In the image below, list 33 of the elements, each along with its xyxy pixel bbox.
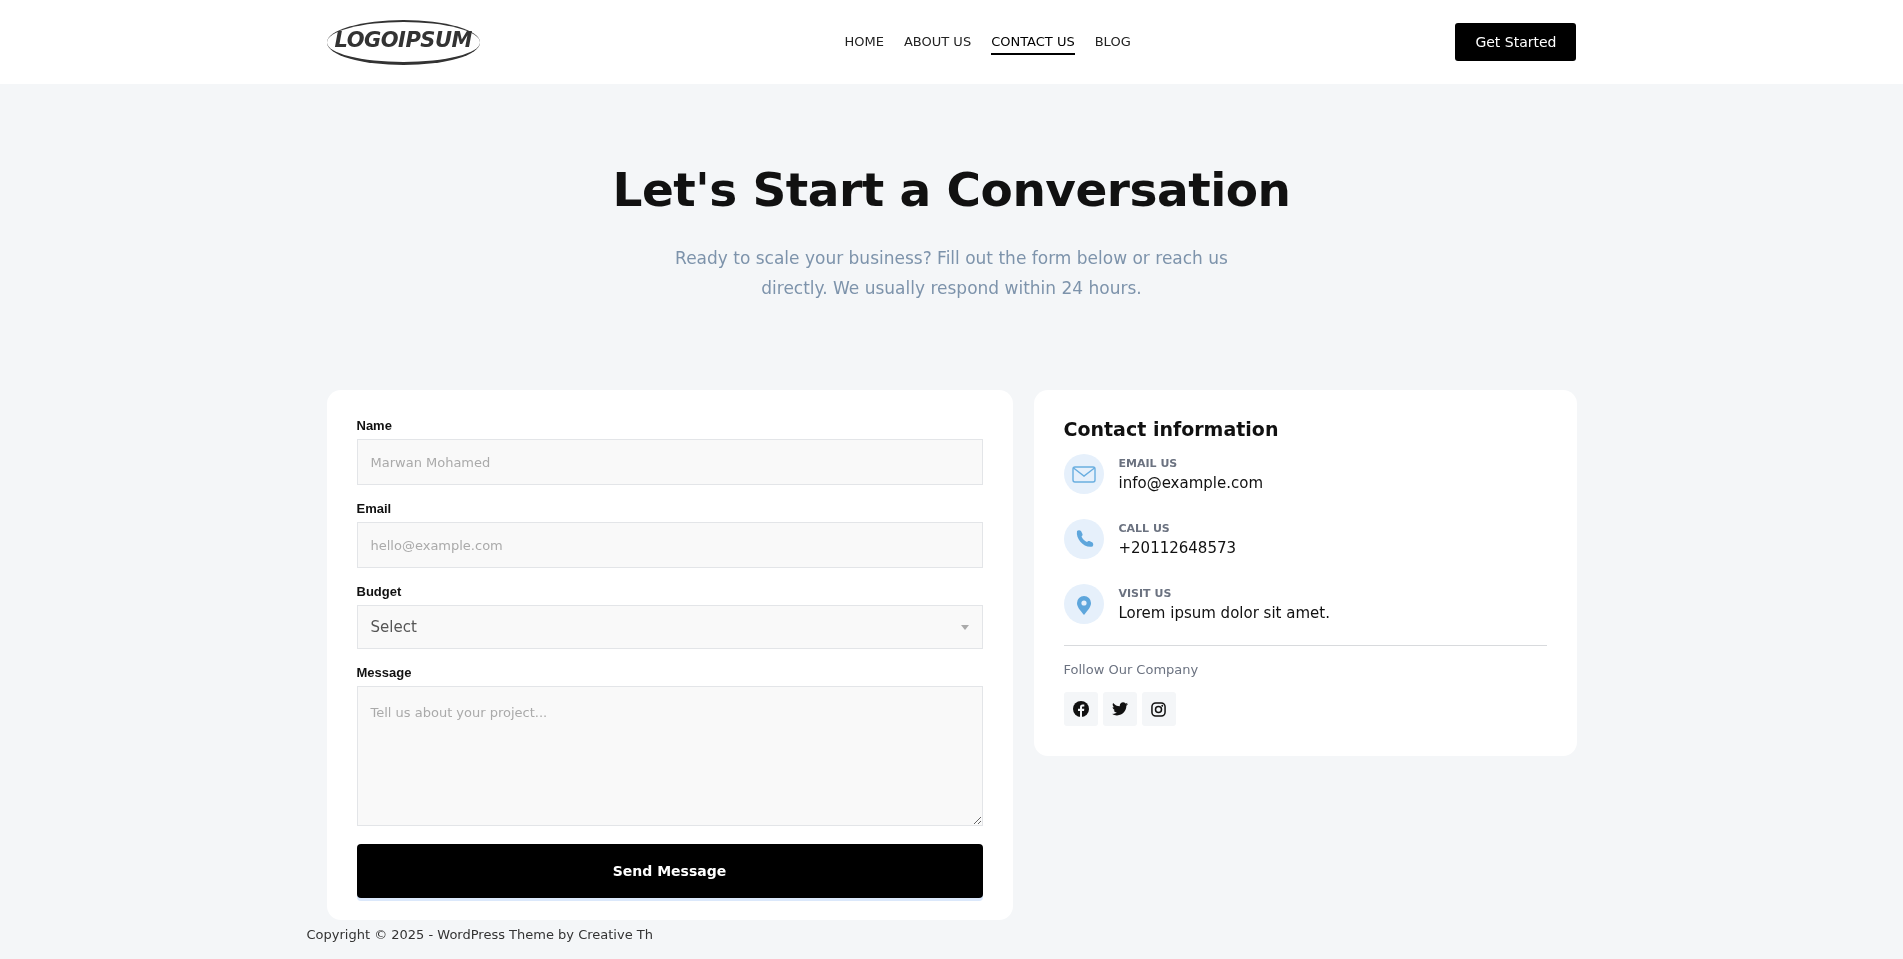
follow-label: Follow Our Company xyxy=(1063,662,1200,677)
card-title: Contact information xyxy=(1063,418,1280,440)
field-label: Name xyxy=(356,418,393,433)
get-started-button[interactable]: Get Started xyxy=(1455,23,1577,61)
nav-link[interactable]: ABOUT US xyxy=(903,29,972,55)
contact-value: Lorem ipsum dolor sit amet. xyxy=(1118,603,1330,622)
contact-value: info@example.com xyxy=(1118,473,1263,492)
nav-link[interactable]: CONTACT US xyxy=(991,29,1075,55)
contact-label: VISIT US xyxy=(1118,586,1173,600)
message-field[interactable]: Tell us about your project... xyxy=(356,686,983,826)
nav-link[interactable]: HOME xyxy=(844,29,884,55)
caret-icon xyxy=(960,624,969,630)
field-label: Budget xyxy=(356,584,403,599)
input-field[interactable]: hello@example.com xyxy=(356,522,983,568)
nav-link[interactable]: BLOG xyxy=(1094,29,1131,55)
phone-icon xyxy=(1063,519,1104,559)
envelope-icon xyxy=(1063,454,1104,494)
contact-value: +20112648573 xyxy=(1118,538,1237,557)
map-pin-icon xyxy=(1063,584,1104,624)
field-label: Message xyxy=(356,665,413,680)
contact-label: CALL US xyxy=(1118,521,1171,535)
select-field[interactable]: Select xyxy=(356,605,983,649)
instagram-icon[interactable] xyxy=(1141,692,1176,726)
copyright-text: Copyright © 2025 - WordPress Theme by Creative Th xyxy=(306,927,653,942)
input-field[interactable]: Marwan Mohamed xyxy=(356,439,983,485)
contact-label: EMAIL US xyxy=(1118,456,1179,470)
page-subtitle: Ready to scale your business? Fill out the form below or reach us directly. We usually respond within 24 hours. xyxy=(674,247,1229,300)
field-label: Email xyxy=(356,501,393,516)
logo[interactable]: LOGOIPSUM xyxy=(326,19,480,65)
twitter-icon[interactable] xyxy=(1102,692,1137,726)
facebook-icon[interactable] xyxy=(1063,692,1098,726)
send-message-button[interactable]: Send Message xyxy=(356,844,983,898)
page-title: Let's Start a Conversation xyxy=(611,162,1292,217)
